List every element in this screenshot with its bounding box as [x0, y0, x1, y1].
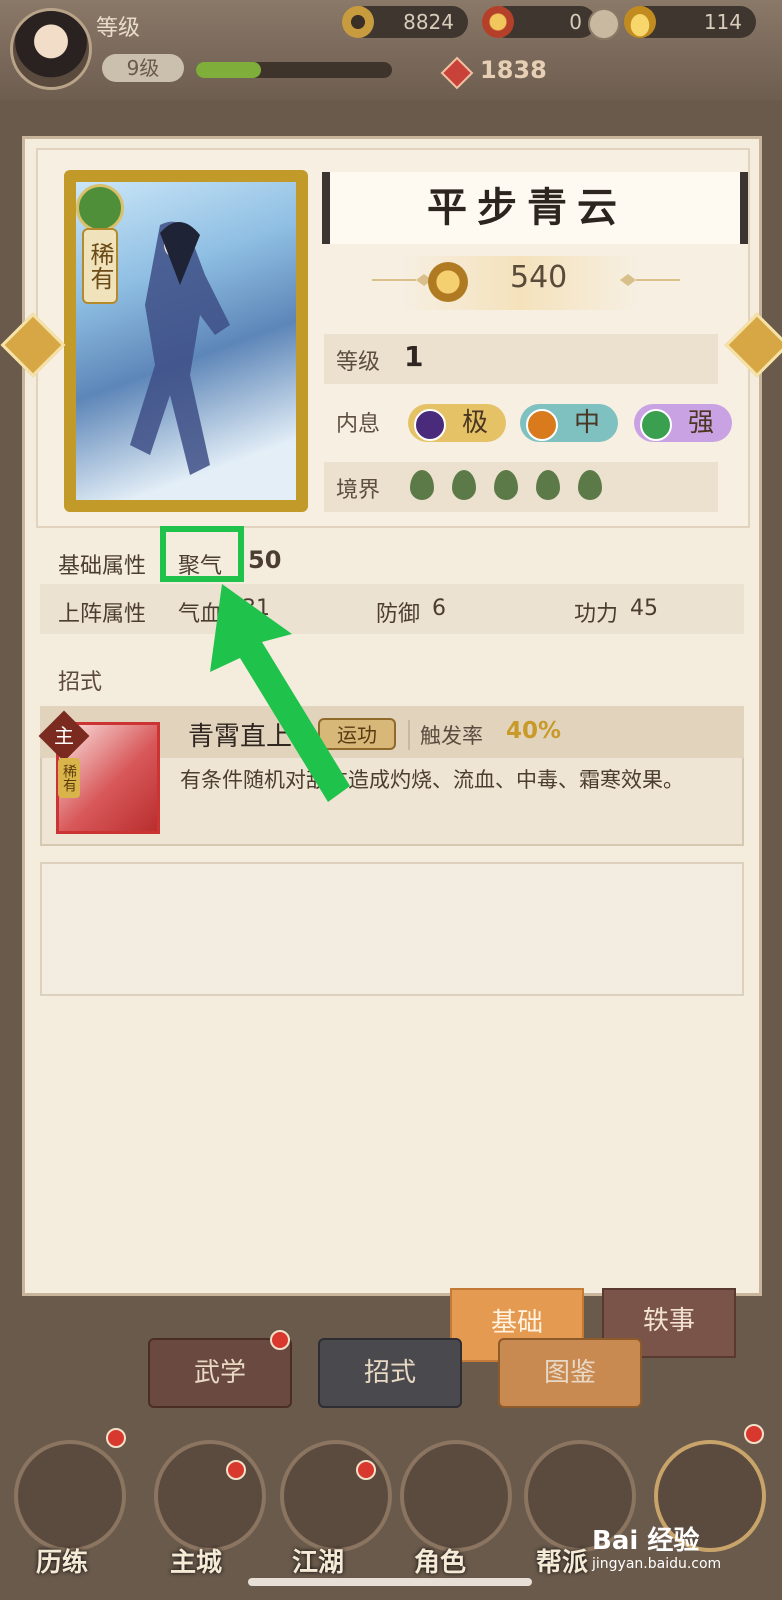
realm-seed-icon: [536, 470, 560, 500]
inner-orb-icon-2: [526, 409, 558, 441]
base-attr-value: 50: [248, 546, 282, 574]
skill-rare-badge: 稀有: [58, 758, 80, 798]
watermark-url: jingyan.baidu.com: [592, 1556, 722, 1572]
level-value: 1: [404, 340, 424, 373]
base-attr-label: 基础属性: [58, 554, 147, 579]
notification-dot: [744, 1424, 764, 1444]
nav-label-character: 角色: [414, 1548, 467, 1578]
tab-codex[interactable]: 图鉴: [498, 1338, 642, 1408]
power-value: 1838: [480, 56, 547, 84]
nav-label-guild: 帮派: [536, 1548, 589, 1578]
right-ornament-icon: [620, 274, 680, 286]
inner-pill-1-label: 极: [462, 408, 489, 438]
gold-ingot-icon: [624, 6, 656, 38]
notification-dot: [356, 1460, 376, 1480]
deploy-attr-def-value: 6: [432, 596, 446, 621]
token-add-icon[interactable]: [588, 8, 620, 40]
realm-seed-icon: [452, 470, 476, 500]
tab-martial[interactable]: 武学: [148, 1338, 292, 1408]
level-label: 等级: [336, 350, 381, 375]
realm-seed-icon: [410, 470, 434, 500]
home-indicator[interactable]: [248, 1578, 532, 1586]
watermark: Bai 经验: [592, 1526, 700, 1556]
level-row: [324, 334, 718, 384]
left-ornament-icon: [372, 274, 432, 286]
currency-copper-value: 8824: [403, 10, 454, 34]
copper-coin-icon: [342, 6, 374, 38]
realm-seed-icon: [494, 470, 518, 500]
skill-divider: [408, 720, 410, 750]
nav-label-main-city: 主城: [170, 1548, 223, 1578]
wind-element-icon: [76, 184, 124, 232]
player-avatar[interactable]: [10, 8, 92, 90]
jianghu-icon[interactable]: [280, 1440, 392, 1552]
inner-orb-icon-3: [640, 409, 672, 441]
level-title: 等级: [96, 16, 141, 41]
empty-skill-slot: [40, 862, 744, 996]
score-icon: [428, 262, 468, 302]
realm-row: [324, 462, 718, 512]
inner-label: 内息: [336, 412, 381, 437]
notification-dot: [226, 1460, 246, 1480]
inner-orb-icon-1: [414, 409, 446, 441]
deploy-attr-power-value: 45: [630, 596, 658, 621]
highlight-box: [160, 526, 244, 582]
main-city-icon[interactable]: [154, 1440, 266, 1552]
xp-fill: [196, 62, 261, 78]
skill-trigger-value: 40%: [506, 718, 562, 744]
rarity-badge: 稀有: [82, 228, 118, 304]
nav-label-jianghu: 江湖: [292, 1548, 345, 1578]
training-icon[interactable]: [14, 1440, 126, 1552]
character-icon[interactable]: [400, 1440, 512, 1552]
character-figure: [130, 221, 230, 475]
currency-token-value: 0: [569, 10, 582, 34]
token-icon: [482, 6, 514, 38]
character-name: 平步青云: [427, 184, 627, 231]
skills-title: 招式: [58, 670, 103, 695]
realm-label: 境界: [336, 478, 381, 503]
inner-pill-2-label: 中: [574, 408, 601, 438]
skill-main-badge: 主: [54, 724, 74, 748]
notification-dot: [270, 1330, 290, 1350]
combat-power-icon: [440, 56, 474, 90]
score-value: 540: [510, 260, 568, 295]
nav-label-training: 历练: [36, 1548, 89, 1578]
notification-dot: [106, 1428, 126, 1448]
currency-gold-value: 114: [703, 10, 742, 34]
level-pill: 9级: [102, 54, 184, 82]
realm-seed-icon: [578, 470, 602, 500]
deploy-attr-power-name: 功力: [574, 602, 619, 627]
deploy-attr-def-name: 防御: [376, 602, 421, 627]
deploy-attr-label: 上阵属性: [58, 602, 147, 627]
xp-bar: [196, 62, 392, 78]
pointer-arrow-icon: [210, 584, 350, 802]
inner-pill-3-label: 强: [688, 408, 715, 438]
skill-trigger-label: 触发率: [420, 724, 483, 748]
tab-moves[interactable]: 招式: [318, 1338, 462, 1408]
